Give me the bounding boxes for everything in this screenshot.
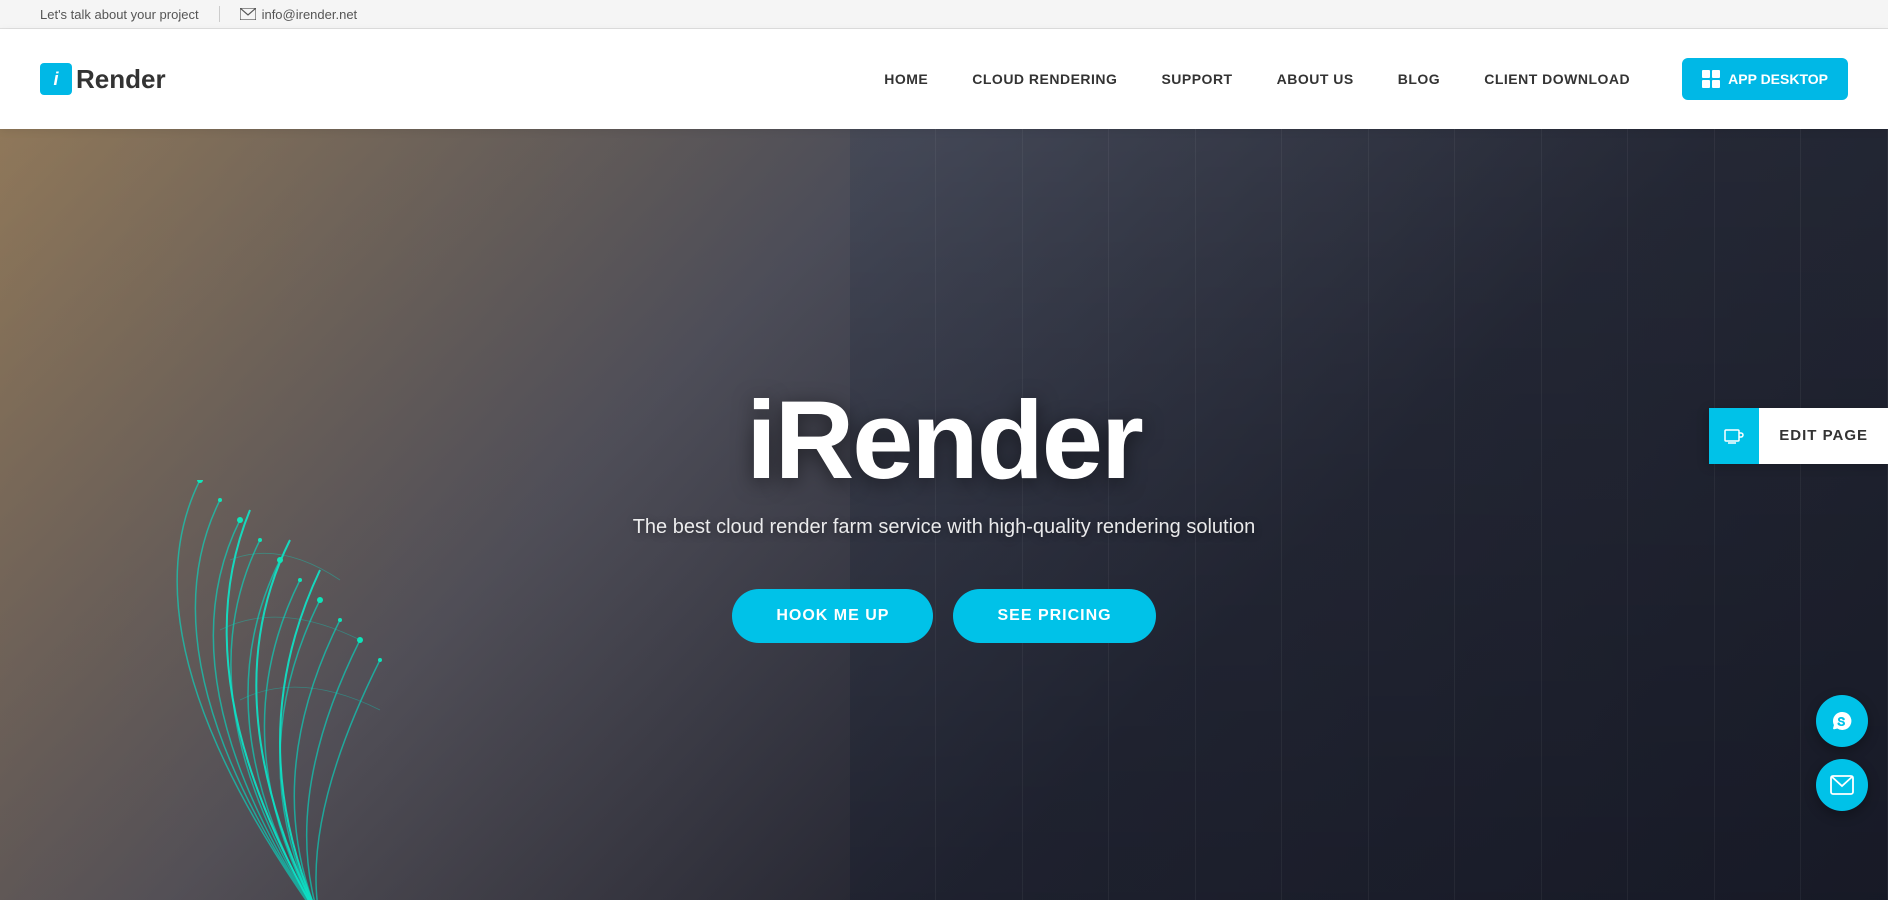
facade-bar	[1369, 129, 1456, 900]
facade-bar	[1455, 129, 1542, 900]
nav-cloud-rendering[interactable]: CLOUD RENDERING	[950, 29, 1139, 129]
hook-me-up-button[interactable]: HOOK ME UP	[732, 589, 933, 643]
windows-icon	[1702, 70, 1720, 88]
facade-bar	[1715, 129, 1802, 900]
logo[interactable]: i Render	[40, 63, 166, 95]
email-contact[interactable]: info@irender.net	[240, 7, 358, 22]
hero-title: iRender	[633, 386, 1256, 496]
app-desktop-label: APP DESKTOP	[1728, 71, 1828, 87]
header: i Render HOME CLOUD RENDERING SUPPORT AB…	[0, 29, 1888, 129]
facade-bar	[1282, 129, 1369, 900]
nav-support[interactable]: SUPPORT	[1139, 29, 1254, 129]
edit-page-tab-icon	[1709, 408, 1759, 464]
mail-fab-icon	[1830, 775, 1854, 795]
hero-subtitle: The best cloud render farm service with …	[633, 516, 1256, 539]
mail-icon	[240, 8, 256, 20]
nav-about-us[interactable]: ABOUT US	[1255, 29, 1376, 129]
app-desktop-button[interactable]: APP DESKTOP	[1682, 58, 1848, 100]
nav-blog[interactable]: BLOG	[1376, 29, 1462, 129]
skype-icon	[1829, 708, 1855, 734]
top-bar: Let's talk about your project info@irend…	[0, 0, 1888, 29]
hero-buttons: HOOK ME UP SEE PRICING	[633, 589, 1256, 643]
edit-page-label: EDIT PAGE	[1759, 408, 1888, 464]
tagline: Let's talk about your project	[40, 7, 199, 22]
nav-client-download[interactable]: CLIENT DOWNLOAD	[1462, 29, 1652, 129]
top-bar-divider	[219, 6, 220, 22]
see-pricing-button[interactable]: SEE PRICING	[953, 589, 1155, 643]
email-text: info@irender.net	[262, 7, 358, 22]
logo-text: Render	[76, 64, 166, 95]
nav-home[interactable]: HOME	[862, 29, 950, 129]
network-globe	[80, 480, 560, 900]
hero-section: iRender The best cloud render farm servi…	[0, 129, 1888, 900]
coffee-icon	[1722, 424, 1746, 448]
hero-content: iRender The best cloud render farm servi…	[613, 386, 1276, 643]
skype-fab[interactable]	[1816, 695, 1868, 747]
edit-page-button[interactable]: EDIT PAGE	[1709, 408, 1888, 464]
facade-bar	[1628, 129, 1715, 900]
fab-container	[1816, 695, 1868, 811]
mail-fab[interactable]	[1816, 759, 1868, 811]
facade-bar	[1542, 129, 1629, 900]
logo-icon: i	[40, 63, 72, 95]
tagline-text: Let's talk about your project	[40, 7, 199, 22]
main-nav: HOME CLOUD RENDERING SUPPORT ABOUT US BL…	[862, 29, 1652, 129]
